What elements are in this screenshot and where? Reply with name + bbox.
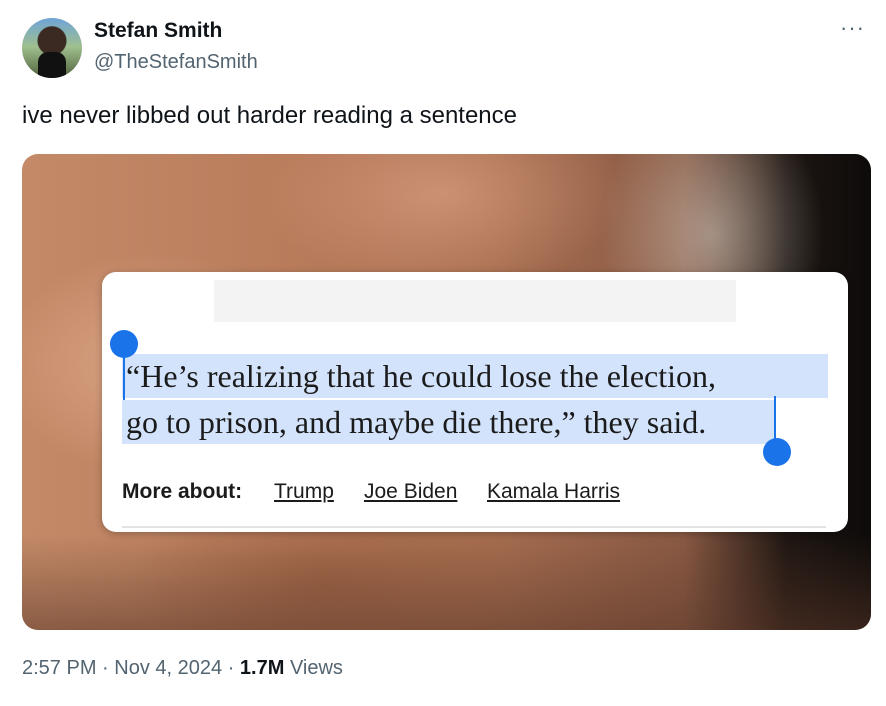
topic-link-trump[interactable]: Trump (274, 480, 334, 504)
highlighted-quote-line-2: go to prison, and maybe die there,” they… (122, 400, 774, 444)
tweet-text: ive never libbed out harder reading a se… (22, 102, 517, 129)
highlighted-quote-line-1: “He’s realizing that he could lose the e… (122, 354, 828, 398)
avatar[interactable] (22, 18, 82, 78)
views-label: Views (289, 657, 343, 679)
tweet-media-image[interactable]: “He’s realizing that he could lose the e… (22, 154, 871, 630)
media-shade (22, 534, 871, 630)
tweet-meta: 2:57 PM · Nov 4, 2024 · 1.7M Views (22, 657, 343, 680)
article-screenshot-card: “He’s realizing that he could lose the e… (102, 272, 848, 532)
avatar-figure (38, 52, 66, 78)
selection-end-handle[interactable] (763, 438, 791, 466)
tweet-date[interactable]: Nov 4, 2024 (114, 657, 222, 679)
author-display-name[interactable]: Stefan Smith (94, 19, 222, 43)
author-handle[interactable]: @TheStefanSmith (94, 51, 258, 74)
card-bottom-rule (122, 526, 826, 528)
more-about-label: More about: (122, 480, 243, 503)
more-horizontal-icon[interactable]: ··· (840, 17, 865, 39)
meta-separator: · (102, 657, 115, 679)
topic-link-kamala-harris[interactable]: Kamala Harris (487, 480, 620, 504)
meta-separator: · (227, 657, 240, 679)
tweet-time[interactable]: 2:57 PM (22, 657, 96, 679)
card-top-bar (214, 280, 736, 322)
views-count: 1.7M (239, 657, 285, 679)
topic-link-joe-biden[interactable]: Joe Biden (364, 480, 457, 504)
selection-start-handle[interactable] (110, 330, 138, 358)
